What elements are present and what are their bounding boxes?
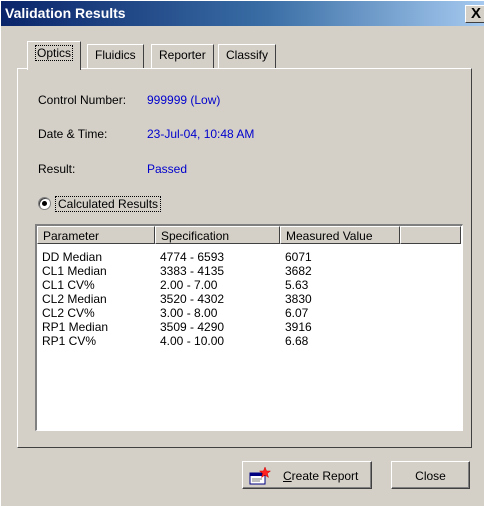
measured-value-cell: 6071 xyxy=(285,250,312,264)
window-title: Validation Results xyxy=(5,5,126,21)
close-window-icon[interactable]: X xyxy=(465,5,484,23)
calculated-results-label[interactable]: Calculated Results xyxy=(55,196,162,212)
parameter-cell: RP1 Median xyxy=(42,320,109,334)
specification-cell: 3383 - 4135 xyxy=(160,264,225,278)
column-header-empty[interactable] xyxy=(400,226,461,244)
column-header-measured-value[interactable]: Measured Value xyxy=(280,226,400,244)
validation-results-window: Validation Results X Optics Fluidics Rep… xyxy=(0,0,484,506)
specification-cell: 3520 - 4302 xyxy=(160,292,225,306)
results-list-view[interactable]: Parameter Specification Measured Value D… xyxy=(35,224,463,431)
tab-classify-label: Classify xyxy=(226,48,269,62)
specification-cell: 4774 - 6593 xyxy=(160,250,225,264)
measured-value-cell: 3830 xyxy=(285,292,312,306)
tab-reporter[interactable]: Reporter xyxy=(151,44,214,68)
create-report-label: Create Report xyxy=(283,469,359,483)
measured-value-cell: 5.63 xyxy=(285,278,309,292)
create-report-button[interactable]: Create Report xyxy=(242,461,372,489)
measured-value-cell: 6.68 xyxy=(285,334,309,348)
list-header: Parameter Specification Measured Value xyxy=(37,226,461,244)
specification-cell: 4.00 - 10.00 xyxy=(160,334,225,348)
parameter-cell: CL1 Median xyxy=(42,264,107,278)
measured-value-cell: 3916 xyxy=(285,320,312,334)
tab-optics-label: Optics xyxy=(35,45,74,61)
title-bar[interactable]: Validation Results X xyxy=(1,1,484,26)
close-button[interactable]: Close xyxy=(391,461,470,489)
column-header-specification[interactable]: Specification xyxy=(155,226,280,244)
specification-cell: 2.00 - 7.00 xyxy=(160,278,218,292)
tab-optics[interactable]: Optics xyxy=(27,41,82,70)
tab-reporter-label: Reporter xyxy=(159,48,206,62)
parameter-cell: DD Median xyxy=(42,250,103,264)
tab-classify[interactable]: Classify xyxy=(218,44,277,68)
calculated-results-radio[interactable] xyxy=(38,197,51,210)
specification-cell: 3.00 - 8.00 xyxy=(160,306,218,320)
parameter-cell: CL1 CV% xyxy=(42,278,95,292)
specification-cell: 3509 - 4290 xyxy=(160,320,225,334)
parameter-cell: RP1 CV% xyxy=(42,334,97,348)
parameter-cell: CL2 CV% xyxy=(42,306,95,320)
tab-fluidics[interactable]: Fluidics xyxy=(87,44,144,68)
report-star-icon xyxy=(249,466,271,485)
measured-value-cell: 6.07 xyxy=(285,306,309,320)
tab-fluidics-label: Fluidics xyxy=(95,48,136,62)
parameter-cell: CL2 Median xyxy=(42,292,107,306)
column-header-parameter[interactable]: Parameter xyxy=(37,226,155,244)
measured-value-cell: 3682 xyxy=(285,264,312,278)
